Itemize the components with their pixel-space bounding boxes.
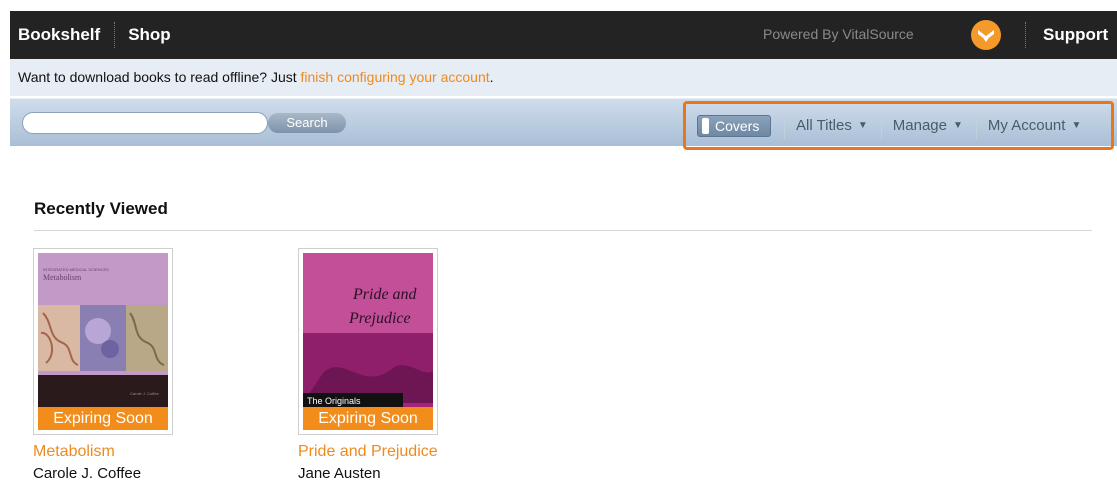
view-controls-highlight: Covers All Titles ▼ Manage ▼ My Account … (683, 101, 1114, 150)
offline-notice: Want to download books to read offline? … (10, 59, 1117, 96)
cover-title-text: Metabolism (43, 273, 82, 282)
cover-series-text: The Originals (307, 396, 361, 406)
notice-text: Want to download books to read offline? … (18, 69, 301, 85)
covers-toggle-icon (702, 117, 709, 134)
book-cover-image: INTEGRATED MEDICAL SCIENCES Metabolism C… (38, 253, 168, 430)
section-divider (34, 230, 1092, 231)
pride-and-prejudice-cover-art: Pride and Prejudice The Originals (303, 253, 433, 430)
cover-title-line-2: Prejudice (348, 310, 411, 327)
dropdown-arrow-icon: ▼ (1071, 120, 1082, 131)
my-account-dropdown[interactable]: My Account ▼ (988, 117, 1081, 134)
search-input[interactable] (22, 112, 268, 134)
book-author: Carole J. Coffee (33, 465, 142, 482)
powered-by-text: Powered By VitalSource (763, 26, 914, 42)
cover-title-line-1: Pride and (352, 286, 418, 303)
bookshelf-page: Bookshelf Shop Powered By VitalSource Su… (0, 0, 1117, 493)
book-cover-image: Pride and Prejudice The Originals (303, 253, 433, 430)
recently-viewed-heading: Recently Viewed (34, 199, 168, 218)
my-account-label: My Account (987, 117, 1066, 134)
book-card[interactable]: Pride and Prejudice The Originals Expiri… (298, 248, 438, 482)
finish-configuring-link[interactable]: finish configuring your account (301, 69, 490, 85)
book-title-link[interactable]: Pride and Prejudice (298, 443, 438, 461)
control-divider (784, 112, 785, 139)
download-arrow-icon (978, 30, 994, 42)
dropdown-arrow-icon: ▼ (952, 120, 963, 131)
cover-author-text: Carole J. Coffee (130, 391, 160, 396)
expiring-soon-badge: Expiring Soon (303, 407, 433, 430)
book-cover-frame[interactable]: INTEGRATED MEDICAL SCIENCES Metabolism C… (33, 248, 173, 435)
all-titles-label: All Titles (796, 117, 852, 134)
book-author: Jane Austen (298, 465, 381, 482)
expiring-soon-badge: Expiring Soon (38, 407, 168, 430)
all-titles-dropdown[interactable]: All Titles ▼ (796, 117, 868, 134)
top-navigation-bar: Bookshelf Shop Powered By VitalSource Su… (10, 11, 1117, 59)
search-button[interactable]: Search (268, 113, 346, 133)
notice-period: . (489, 69, 494, 85)
control-divider (880, 112, 882, 139)
covers-view-button[interactable]: Covers (697, 114, 771, 137)
nav-divider (114, 22, 116, 48)
nav-bookshelf[interactable]: Bookshelf (18, 25, 100, 45)
nav-support[interactable]: Support (1043, 25, 1108, 45)
manage-label: Manage (892, 117, 947, 134)
book-card[interactable]: INTEGRATED MEDICAL SCIENCES Metabolism C… (33, 248, 173, 482)
nav-shop[interactable]: Shop (128, 25, 171, 45)
metabolism-cover-art: INTEGRATED MEDICAL SCIENCES Metabolism C… (38, 253, 168, 430)
covers-label: Covers (715, 117, 760, 134)
cover-series-text: INTEGRATED MEDICAL SCIENCES (43, 267, 109, 272)
control-divider (975, 112, 977, 139)
nav-divider (1025, 22, 1026, 48)
manage-dropdown[interactable]: Manage ▼ (893, 117, 963, 134)
vitalsource-logo-icon (971, 20, 1001, 50)
book-title-link[interactable]: Metabolism (33, 443, 173, 461)
dropdown-arrow-icon: ▼ (857, 120, 868, 131)
book-cover-frame[interactable]: Pride and Prejudice The Originals Expiri… (298, 248, 438, 435)
